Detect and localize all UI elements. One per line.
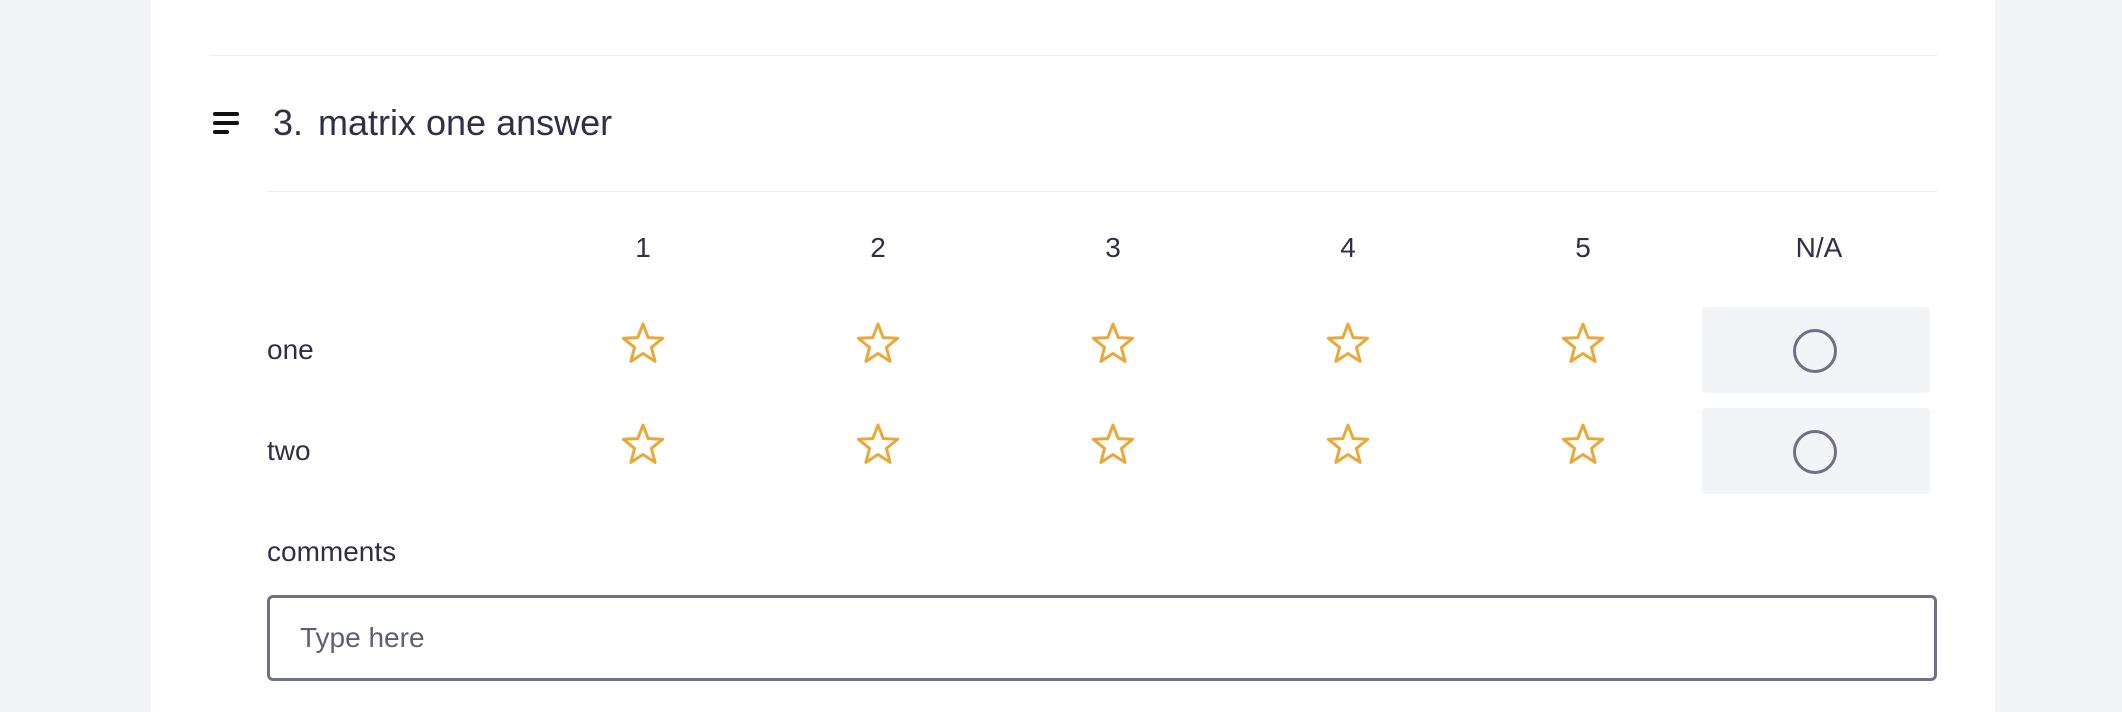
radio-empty-icon[interactable] [1793, 430, 1837, 474]
row-label-one: one [267, 334, 314, 365]
question-title: matrix one answer [318, 102, 613, 143]
column-header-5: 5 [1575, 232, 1591, 263]
radio-empty-icon[interactable] [1793, 329, 1837, 373]
star-icon[interactable] [854, 320, 902, 368]
star-icon[interactable] [619, 421, 667, 469]
question-divider [267, 191, 1937, 192]
column-header-3: 3 [1105, 232, 1121, 263]
question-panel: 3. matrix one answer 1 2 3 4 5 N/A one t… [151, 0, 1995, 712]
star-icon[interactable] [1324, 320, 1372, 368]
comments-label: comments [267, 536, 397, 567]
drag-handle-icon[interactable] [213, 112, 241, 136]
star-icon[interactable] [1324, 421, 1372, 469]
star-icon[interactable] [1559, 320, 1607, 368]
comments-input[interactable] [267, 595, 1937, 681]
column-header-4: 4 [1340, 232, 1356, 263]
star-icon[interactable] [854, 421, 902, 469]
column-header-1: 1 [635, 232, 651, 263]
star-icon[interactable] [1089, 421, 1137, 469]
column-header-2: 2 [870, 232, 886, 263]
top-divider [209, 55, 1937, 56]
star-icon[interactable] [619, 320, 667, 368]
na-cell-two[interactable] [1702, 408, 1930, 494]
na-cell-one[interactable] [1702, 307, 1930, 393]
star-icon[interactable] [1559, 421, 1607, 469]
question-number: 3. [273, 102, 304, 143]
column-header-na: N/A [1795, 232, 1843, 263]
row-label-two: two [267, 435, 311, 466]
star-icon[interactable] [1089, 320, 1137, 368]
